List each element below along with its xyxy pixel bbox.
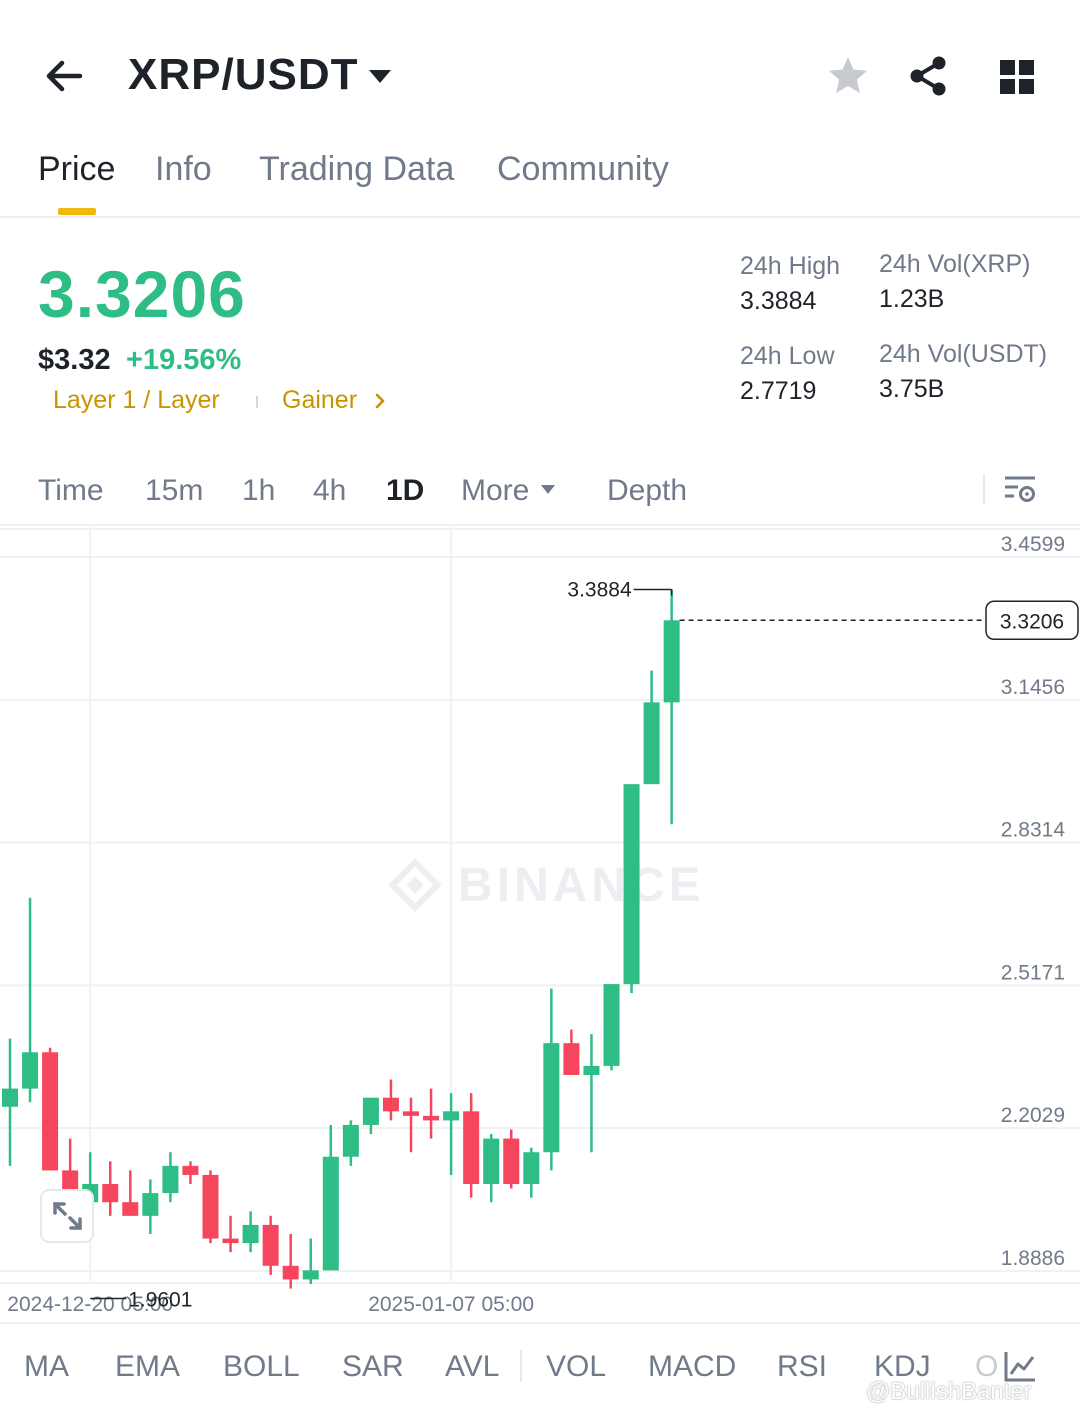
candle-body xyxy=(523,1152,540,1185)
y-tick-label: 2.5171 xyxy=(1001,961,1065,984)
candle-body xyxy=(282,1265,299,1280)
indicator-rsi[interactable]: RSI xyxy=(777,1350,827,1384)
main-tabs: Price Info Trading Data Community xyxy=(0,140,1080,218)
indicator-vol[interactable]: VOL xyxy=(546,1350,606,1384)
active-tab-indicator xyxy=(58,208,96,215)
candle-body xyxy=(342,1124,359,1157)
category-tag[interactable]: Layer 1 / Layer xyxy=(53,386,220,415)
interval-time[interactable]: Time xyxy=(38,474,104,508)
indicator-ema[interactable]: EMA xyxy=(115,1350,180,1384)
candle-body xyxy=(322,1156,339,1271)
y-tick-label: 2.2029 xyxy=(1001,1104,1065,1127)
indicator-sar[interactable]: SAR xyxy=(342,1350,404,1384)
high-value: 3.3884 xyxy=(740,287,817,315)
star-icon[interactable] xyxy=(826,54,870,98)
candle-body xyxy=(543,1043,560,1153)
interval-more[interactable]: More xyxy=(461,474,529,508)
interval-divider xyxy=(983,474,985,504)
candle-body xyxy=(182,1165,199,1175)
candle-body xyxy=(463,1111,480,1185)
indicator-divider xyxy=(520,1350,522,1382)
vol-base-label: 24h Vol(XRP) xyxy=(879,250,1031,278)
interval-bar: Time 15m 1h 4h 1D More Depth xyxy=(0,456,1080,526)
interval-15m[interactable]: 15m xyxy=(145,474,203,508)
user-watermark: @BullishBanter xyxy=(866,1378,1032,1405)
interval-4h[interactable]: 4h xyxy=(313,474,346,508)
watermark-text: BINANCE xyxy=(458,859,705,912)
caret-down-icon[interactable] xyxy=(366,64,394,88)
candle-body xyxy=(623,784,640,985)
candle-body xyxy=(102,1184,119,1203)
tab-price[interactable]: Price xyxy=(38,150,115,189)
low-value: 2.7719 xyxy=(740,377,817,405)
indicator-macd[interactable]: MACD xyxy=(648,1350,736,1384)
vol-quote-value: 3.75B xyxy=(879,375,945,403)
candle-body xyxy=(563,1043,580,1075)
candle-body xyxy=(423,1115,440,1121)
grid-icon[interactable] xyxy=(998,58,1036,96)
last-price: 3.3206 xyxy=(38,257,246,331)
top-bar: XRP/USDT xyxy=(0,0,1080,140)
vol-quote-label: 24h Vol(USDT) xyxy=(879,340,1048,368)
chevron-right-icon[interactable] xyxy=(372,391,388,411)
candle-body xyxy=(222,1238,239,1244)
y-tick-label: 2.8314 xyxy=(1001,819,1066,842)
candle-body xyxy=(382,1097,399,1112)
low-marker-label: 1.9601 xyxy=(128,1289,192,1312)
candle-body xyxy=(122,1202,139,1216)
candle-body xyxy=(42,1052,59,1171)
usd-price: $3.32 xyxy=(38,344,111,376)
binance-watermark: BINANCE xyxy=(388,858,705,912)
tab-trading-data[interactable]: Trading Data xyxy=(259,150,454,189)
tab-info[interactable]: Info xyxy=(155,150,212,189)
candle-body xyxy=(603,984,620,1066)
candle-body xyxy=(22,1052,39,1089)
low-label: 24h Low xyxy=(740,342,835,370)
candle-body xyxy=(483,1138,500,1185)
indicator-avl[interactable]: AVL xyxy=(445,1350,499,1384)
interval-depth[interactable]: Depth xyxy=(607,474,687,508)
tab-community[interactable]: Community xyxy=(497,150,669,189)
interval-1d[interactable]: 1D xyxy=(386,474,424,508)
candle-body xyxy=(162,1165,179,1194)
candle-body xyxy=(443,1111,460,1121)
y-tick-label: 3.4599 xyxy=(1001,533,1065,556)
fullscreen-button[interactable] xyxy=(40,1189,94,1243)
back-arrow-icon[interactable] xyxy=(40,52,88,100)
candle-body xyxy=(302,1270,319,1280)
current-price-label: 3.3206 xyxy=(1000,610,1064,633)
candle-body xyxy=(242,1224,259,1244)
candle-body xyxy=(503,1138,520,1185)
share-icon[interactable] xyxy=(906,54,950,98)
candle-body xyxy=(202,1174,219,1239)
candle-body xyxy=(362,1097,379,1125)
vol-base-value: 1.23B xyxy=(879,285,945,313)
candle-body xyxy=(142,1193,159,1216)
candle-body xyxy=(262,1224,279,1266)
y-tick-label: 1.8886 xyxy=(1001,1247,1065,1270)
indicator-ma[interactable]: MA xyxy=(24,1350,69,1384)
high-marker-label: 3.3884 xyxy=(567,578,632,601)
candle-body xyxy=(2,1088,18,1107)
indicator-boll[interactable]: BOLL xyxy=(223,1350,300,1384)
candle-body xyxy=(583,1065,600,1075)
caret-down-icon[interactable] xyxy=(540,484,556,496)
candlestick-chart[interactable]: BINANCE 3.4599 3.1456 2.8314 2.5171 2.2029 1.… xyxy=(0,527,1080,1321)
price-change-percent: +19.56% xyxy=(126,344,242,376)
interval-1h[interactable]: 1h xyxy=(242,474,275,508)
candle-body xyxy=(663,620,680,703)
candle-body xyxy=(403,1111,419,1116)
x-tick-label: 2025-01-07 05:00 xyxy=(368,1293,534,1316)
gainer-tag[interactable]: Gainer xyxy=(282,386,357,415)
tag-divider xyxy=(256,396,258,408)
high-label: 24h High xyxy=(740,252,841,280)
y-tick-label: 3.1456 xyxy=(1001,676,1065,699)
chart-settings-icon[interactable] xyxy=(1002,472,1038,508)
candle-body xyxy=(643,702,660,785)
pair-title[interactable]: XRP/USDT xyxy=(128,50,358,100)
